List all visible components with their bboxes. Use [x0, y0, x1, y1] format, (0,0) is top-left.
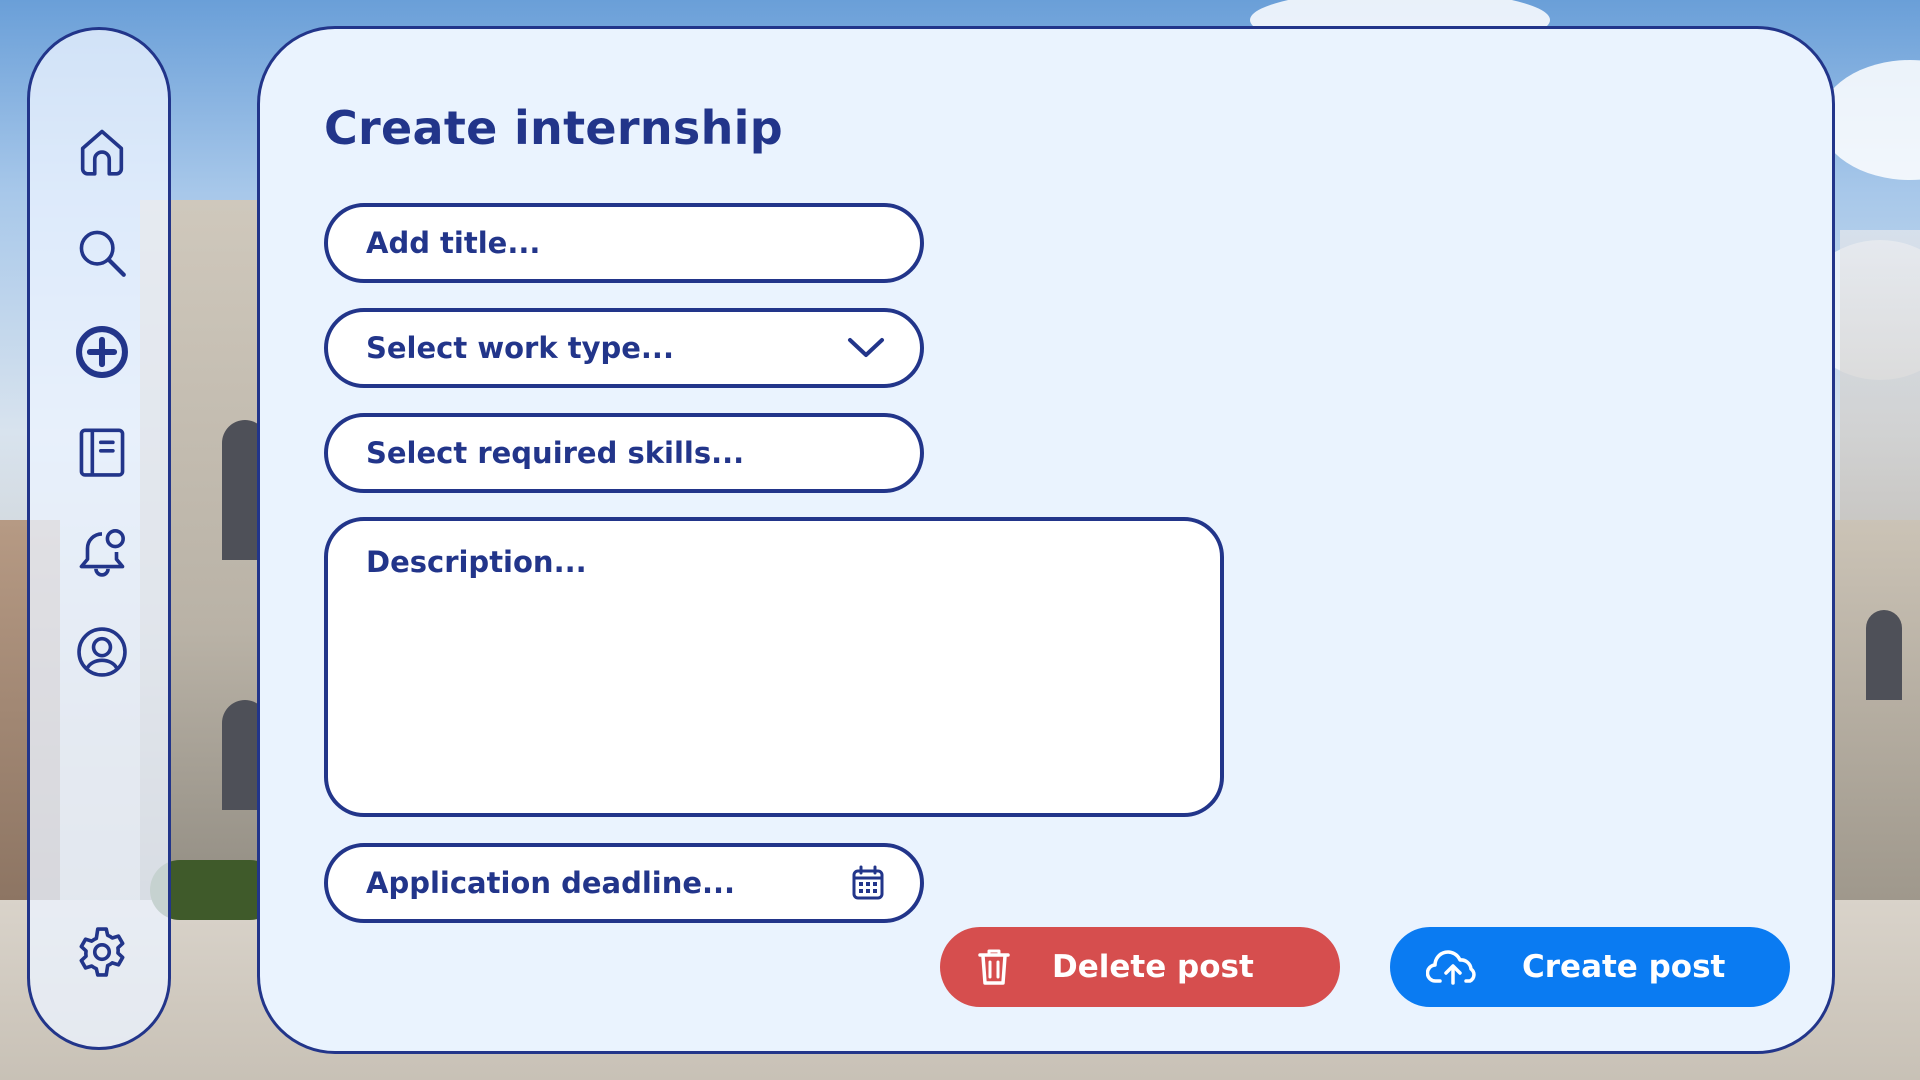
trash-icon — [978, 949, 1010, 985]
description-textarea[interactable]: Description... — [324, 517, 1224, 817]
title-placeholder: Add title... — [366, 226, 541, 260]
user-circle-icon — [77, 627, 127, 677]
skills-placeholder: Select required skills... — [366, 436, 745, 470]
sidebar — [27, 27, 171, 1050]
building-right-upper — [1840, 230, 1920, 540]
cloud — [1820, 60, 1920, 180]
notebook-icon — [79, 428, 125, 477]
building-right — [1820, 520, 1920, 900]
home-icon — [80, 129, 124, 176]
cloud-upload-icon — [1426, 950, 1476, 985]
deadline-input[interactable]: Application deadline... — [324, 843, 924, 923]
work-type-placeholder: Select work type... — [366, 331, 674, 365]
building-window — [1866, 610, 1902, 700]
chevron-down-icon — [848, 338, 884, 357]
nav-home-button[interactable] — [72, 122, 132, 182]
search-icon — [79, 230, 126, 277]
deadline-calendar-button[interactable] — [850, 865, 886, 901]
page-title: Create internship — [324, 101, 783, 155]
bell-icon — [79, 529, 125, 577]
skills-select[interactable]: Select required skills... — [324, 413, 924, 493]
nav-profile-button[interactable] — [72, 622, 132, 682]
title-input[interactable]: Add title... — [324, 203, 924, 283]
nav-create-button[interactable] — [72, 322, 132, 382]
gear-icon — [79, 927, 125, 977]
plus-circle-icon — [76, 326, 128, 378]
work-type-select[interactable]: Select work type... — [324, 308, 924, 388]
description-placeholder: Description... — [366, 545, 587, 579]
create-post-button[interactable]: Create post — [1390, 927, 1790, 1007]
nav-search-button[interactable] — [72, 223, 132, 283]
nav-notebook-button[interactable] — [72, 422, 132, 482]
delete-post-label: Delete post — [1052, 949, 1254, 985]
delete-post-button[interactable]: Delete post — [940, 927, 1340, 1007]
deadline-placeholder: Application deadline... — [366, 866, 736, 900]
calendar-icon — [852, 865, 884, 900]
create-internship-card: Create internship Add title... Select wo… — [257, 26, 1835, 1054]
create-post-label: Create post — [1522, 949, 1726, 985]
nav-notifications-button[interactable] — [72, 522, 132, 582]
nav-settings-button[interactable] — [72, 922, 132, 982]
